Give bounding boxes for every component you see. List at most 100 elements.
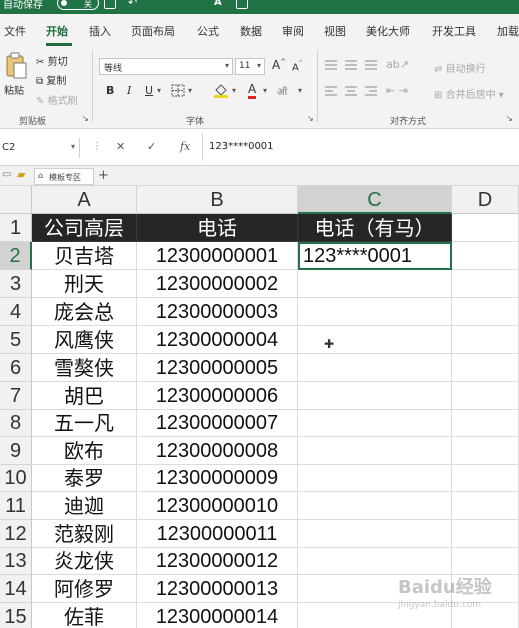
phone-cell[interactable]: 12300000013 (137, 575, 298, 603)
paste-icon[interactable] (4, 52, 28, 80)
autosave-toggle[interactable]: 关 (57, 0, 99, 10)
clipboard-launcher-icon[interactable]: ↘ (82, 114, 89, 123)
table-cell[interactable] (452, 382, 519, 410)
table-cell[interactable] (452, 242, 519, 270)
name-cell[interactable]: 阿修罗 (32, 575, 137, 603)
row-header[interactable]: 13 (0, 548, 32, 575)
header-cell[interactable]: 电话 (137, 214, 298, 242)
tab-page-layout[interactable]: 页面布局 (131, 23, 175, 39)
row-header[interactable]: 2 (0, 242, 32, 270)
wrap-text-button[interactable]: ⇌ 自动换行 (434, 60, 486, 75)
row-header[interactable]: 7 (0, 382, 32, 410)
masked-phone-cell[interactable] (298, 465, 452, 492)
masked-phone-cell[interactable] (298, 354, 452, 382)
name-cell[interactable]: 佐菲 (32, 603, 137, 628)
phone-cell[interactable]: 12300000005 (137, 354, 298, 382)
italic-button[interactable]: I (127, 84, 131, 97)
row-header[interactable]: 15 (0, 603, 32, 628)
copy-button[interactable]: ⧉ 复制 (36, 72, 66, 87)
table-cell[interactable] (452, 214, 519, 242)
table-cell[interactable] (452, 270, 519, 298)
phone-cell[interactable]: 12300000003 (137, 298, 298, 326)
masked-phone-cell[interactable] (298, 492, 452, 520)
fill-dropdown-icon[interactable]: ▾ (232, 86, 236, 95)
save-icon[interactable] (104, 0, 116, 9)
underline-button[interactable]: U (145, 84, 153, 97)
tab-developer[interactable]: 开发工具 (432, 23, 476, 39)
tab-home[interactable]: 开始 (46, 23, 68, 39)
masked-phone-cell[interactable] (298, 410, 452, 437)
column-header-a[interactable]: A (32, 186, 137, 214)
add-tab-icon[interactable]: + (98, 168, 109, 183)
row-header[interactable]: 10 (0, 465, 32, 492)
font-size-select[interactable]: 11 ▾ (235, 58, 265, 75)
fill-color-icon[interactable] (213, 83, 229, 98)
masked-phone-cell[interactable] (298, 382, 452, 410)
cut-button[interactable]: ✂ 剪切 (36, 53, 68, 68)
undo-icon[interactable]: ↶ (128, 0, 137, 9)
tab-review[interactable]: 审阅 (282, 23, 304, 39)
column-header-c[interactable]: C (298, 186, 452, 214)
tab-data[interactable]: 数据 (240, 23, 262, 39)
masked-phone-cell[interactable] (298, 270, 452, 298)
masked-phone-cell[interactable] (298, 520, 452, 548)
font-color-dropdown-icon[interactable]: ▾ (263, 86, 267, 95)
row-header[interactable]: 14 (0, 575, 32, 603)
table-cell[interactable] (452, 548, 519, 575)
phonetic-icon[interactable]: ऑ (277, 84, 287, 98)
tab-insert[interactable]: 插入 (89, 23, 111, 39)
font-launcher-icon[interactable]: ↘ (307, 114, 314, 123)
name-cell[interactable]: 迪迦 (32, 492, 137, 520)
formula-input[interactable]: 123****0001 (209, 141, 274, 152)
phone-cell[interactable]: 12300000006 (137, 382, 298, 410)
masked-phone-cell[interactable] (298, 437, 452, 465)
merge-center-button[interactable]: ⊞ 合并后居中 ▾ (434, 86, 504, 101)
table-cell[interactable] (452, 298, 519, 326)
tab-beautify[interactable]: 美化大师 (366, 23, 410, 39)
column-header-d[interactable]: D (452, 186, 519, 214)
cancel-icon[interactable]: ✕ (116, 140, 125, 153)
phone-cell[interactable]: 12300000004 (137, 326, 298, 354)
table-cell[interactable] (452, 465, 519, 492)
header-cell[interactable]: 电话（有马） (298, 214, 452, 242)
masked-phone-cell[interactable] (298, 298, 452, 326)
name-cell[interactable]: 贝吉塔 (32, 242, 137, 270)
select-all-corner[interactable] (0, 186, 32, 214)
name-cell[interactable]: 胡巴 (32, 382, 137, 410)
table-cell[interactable] (452, 520, 519, 548)
formula-options-icon[interactable]: ⋮ (92, 141, 102, 152)
name-cell[interactable]: 炎龙侠 (32, 548, 137, 575)
row-header[interactable]: 11 (0, 492, 32, 520)
phone-cell[interactable]: 12300000014 (137, 603, 298, 628)
grow-font-icon[interactable]: A^ (272, 58, 286, 72)
row-header[interactable]: 4 (0, 298, 32, 326)
table-cell[interactable] (452, 437, 519, 465)
row-header[interactable]: 5 (0, 326, 32, 354)
name-box[interactable]: C2 ▾ (0, 138, 80, 158)
paste-label[interactable]: 粘贴 (4, 82, 24, 97)
name-cell[interactable]: 五一凡 (32, 410, 137, 437)
tab-addins[interactable]: 加载项 (497, 23, 519, 39)
font-name-select[interactable]: 等线 ▾ (99, 58, 233, 75)
enter-icon[interactable]: ✓ (147, 140, 156, 153)
phone-cell[interactable]: 12300000007 (137, 410, 298, 437)
phone-cell[interactable]: 12300000009 (137, 465, 298, 492)
phone-cell[interactable]: 12300000011 (137, 520, 298, 548)
phone-cell[interactable]: 12300000008 (137, 437, 298, 465)
tab-view[interactable]: 视图 (324, 23, 346, 39)
vertical-align-icons[interactable] (324, 58, 380, 72)
masked-phone-cell[interactable] (298, 326, 452, 354)
bold-button[interactable]: B (106, 84, 114, 97)
workbook-tab[interactable]: ⌂ 模板专区 (34, 168, 94, 185)
quick-access-icon[interactable] (236, 0, 248, 9)
phone-cell[interactable]: 12300000002 (137, 270, 298, 298)
name-cell[interactable]: 欧布 (32, 437, 137, 465)
table-cell[interactable] (452, 410, 519, 437)
column-header-b[interactable]: B (137, 186, 298, 214)
horizontal-align-icons[interactable] (324, 84, 380, 98)
phone-cell[interactable]: 12300000001 (137, 242, 298, 270)
phone-cell[interactable]: 12300000012 (137, 548, 298, 575)
format-painter-button[interactable]: ✎ 格式刷 (36, 92, 78, 107)
row-header[interactable]: 1 (0, 214, 32, 242)
active-cell[interactable]: 123****0001 (298, 242, 452, 270)
